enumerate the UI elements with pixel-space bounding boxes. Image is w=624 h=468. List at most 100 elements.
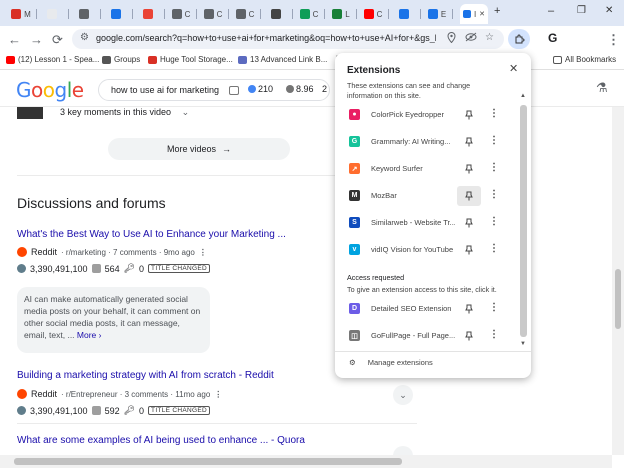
extension-name: Grammarly: AI Writing... — [371, 137, 451, 146]
scroll-up-icon[interactable]: ▲ — [520, 93, 526, 99]
profile-g-button[interactable]: G — [548, 31, 557, 45]
more-options-icon[interactable]: ⋮ — [489, 216, 499, 227]
extension-item[interactable]: D Detailed SEO Extension ⋮ — [335, 296, 519, 322]
tab-13[interactable]: E — [422, 4, 452, 24]
pin-icon[interactable] — [457, 132, 481, 152]
bookmark-item[interactable]: Huge Tool Storage... — [148, 55, 233, 64]
tab-11[interactable]: C — [358, 4, 388, 24]
extension-item[interactable]: ● ColorPick Eyedropper ⋮ — [335, 102, 519, 128]
bookmark-item[interactable]: 13 Advanced Link B... — [238, 55, 327, 64]
tab-0[interactable]: M — [6, 4, 36, 24]
scrollbar-thumb[interactable] — [14, 458, 402, 465]
extension-item[interactable]: ↗ Keyword Surfer ⋮ — [335, 156, 519, 182]
tab-12[interactable] — [390, 4, 420, 24]
site-info-icon[interactable]: ⚙ — [80, 32, 89, 43]
eye-off-icon[interactable] — [465, 32, 477, 45]
logo-letter: e — [71, 78, 84, 102]
close-icon[interactable]: ✕ — [509, 62, 518, 75]
page-horizontal-scrollbar[interactable] — [0, 455, 612, 468]
snippet-card[interactable]: AI can make automatically generated soci… — [17, 287, 210, 353]
extension-icon: D — [349, 303, 360, 314]
bookmark-icon — [102, 55, 111, 64]
tab-separator — [324, 9, 325, 19]
tab-5[interactable]: C — [166, 4, 196, 24]
browser-menu-button[interactable]: ⋮ — [607, 32, 620, 48]
manage-extensions-button[interactable]: ⚙ Manage extensions — [349, 358, 433, 367]
extension-icon: ● — [349, 109, 360, 120]
result-meta: · r/Entrepreneur · 3 comments · 11mo ago — [61, 389, 211, 399]
extension-item[interactable]: S Similarweb - Website Tr... ⋮ — [335, 210, 519, 236]
extension-item[interactable]: ◫ GoFullPage - Full Page... ⋮ — [335, 323, 519, 349]
more-options-icon[interactable]: ⋮ — [489, 329, 499, 340]
tab-close-icon[interactable]: ✕ — [479, 10, 485, 18]
snippet-more-link[interactable]: More › — [77, 330, 102, 340]
tab-8[interactable] — [262, 4, 292, 24]
result-title-3[interactable]: What are some examples of AI being used … — [17, 435, 305, 446]
metric-2-value: 8.96 — [296, 84, 314, 94]
tab-10[interactable]: L — [326, 4, 356, 24]
key-moments[interactable]: 3 key moments in this video ⌄ — [60, 107, 189, 118]
tab-separator — [228, 9, 229, 19]
scroll-down-icon[interactable]: ▼ — [520, 341, 526, 347]
tab-9[interactable]: C — [294, 4, 324, 24]
extensions-scrollbar[interactable]: ▲ ▼ — [519, 93, 528, 351]
page-vertical-scrollbar[interactable] — [612, 107, 624, 455]
more-options-icon[interactable]: ⋮ — [199, 248, 207, 257]
pin-icon[interactable] — [457, 326, 481, 346]
links-value: 0 — [139, 405, 145, 416]
pin-icon[interactable] — [457, 159, 481, 179]
close-window-button[interactable]: ✕ — [605, 5, 613, 16]
pin-icon[interactable] — [457, 299, 481, 319]
tab-label: C — [312, 9, 319, 19]
video-thumbnail[interactable] — [17, 107, 43, 119]
extension-icon: v — [349, 244, 360, 255]
minimize-button[interactable]: – — [548, 5, 554, 17]
extension-item[interactable]: G Grammarly: AI Writing... ⋮ — [335, 129, 519, 155]
more-videos-button[interactable]: More videos → — [108, 138, 290, 160]
pin-icon[interactable] — [457, 105, 481, 125]
extensions-button[interactable] — [508, 29, 530, 49]
address-bar[interactable]: ⚙ google.com/search?q=how+to+use+ai+for+… — [72, 29, 504, 49]
all-bookmarks-button[interactable]: All Bookmarks — [553, 55, 616, 64]
tab-2[interactable] — [70, 4, 100, 24]
result-title-1[interactable]: What's the Best Way to Use AI to Enhance… — [17, 229, 286, 240]
scrollbar-thumb[interactable] — [615, 269, 621, 329]
pin-icon[interactable] — [457, 213, 481, 233]
active-tab[interactable]: I ✕ — [460, 4, 488, 24]
tab-label: L — [345, 9, 350, 19]
more-options-icon[interactable]: ⋮ — [489, 108, 499, 119]
tab-7[interactable]: C — [230, 4, 260, 24]
more-options-icon[interactable]: ⋮ — [214, 390, 222, 399]
restore-button[interactable]: ❐ — [577, 5, 586, 16]
forward-button[interactable]: → — [30, 32, 43, 47]
scrollbar-thumb[interactable] — [520, 105, 527, 337]
bookmark-item[interactable]: Groups — [102, 55, 140, 64]
tab-6[interactable]: C — [198, 4, 228, 24]
more-options-icon[interactable]: ⋮ — [489, 243, 499, 254]
new-tab-button[interactable]: + — [494, 5, 500, 17]
browser-toolbar: ← → ⟳ ⚙ google.com/search?q=how+to+use+a… — [0, 26, 624, 69]
pin-icon[interactable] — [457, 186, 481, 206]
labs-flask-icon[interactable]: ⚗ — [596, 80, 608, 96]
tab-4[interactable] — [134, 4, 164, 24]
more-options-icon[interactable]: ⋮ — [489, 189, 499, 200]
pin-icon[interactable] — [457, 240, 481, 260]
extension-item[interactable]: M MozBar ⋮ — [335, 183, 519, 209]
count-value: 592 — [104, 405, 120, 416]
result-title-2[interactable]: Building a marketing strategy with AI fr… — [17, 370, 274, 381]
back-button[interactable]: ← — [8, 32, 21, 47]
tab-3[interactable] — [102, 4, 132, 24]
more-options-icon[interactable]: ⋮ — [489, 302, 499, 313]
more-options-icon[interactable]: ⋮ — [489, 162, 499, 173]
bookmark-star-icon[interactable]: ☆ — [485, 32, 494, 43]
extension-item[interactable]: v vidIQ Vision for YouTube ⋮ — [335, 237, 519, 263]
tab-1[interactable] — [38, 4, 68, 24]
location-icon[interactable] — [447, 31, 456, 46]
reload-button[interactable]: ⟳ — [52, 32, 63, 48]
expand-chevron-button[interactable]: ⌄ — [393, 385, 413, 405]
bookmark-item[interactable]: (12) Lesson 1 - Spea... — [6, 55, 99, 64]
more-options-icon[interactable]: ⋮ — [489, 135, 499, 146]
checkbox-icon[interactable] — [229, 86, 239, 95]
tab-favicon — [363, 9, 374, 19]
google-logo[interactable]: Google — [16, 78, 84, 102]
